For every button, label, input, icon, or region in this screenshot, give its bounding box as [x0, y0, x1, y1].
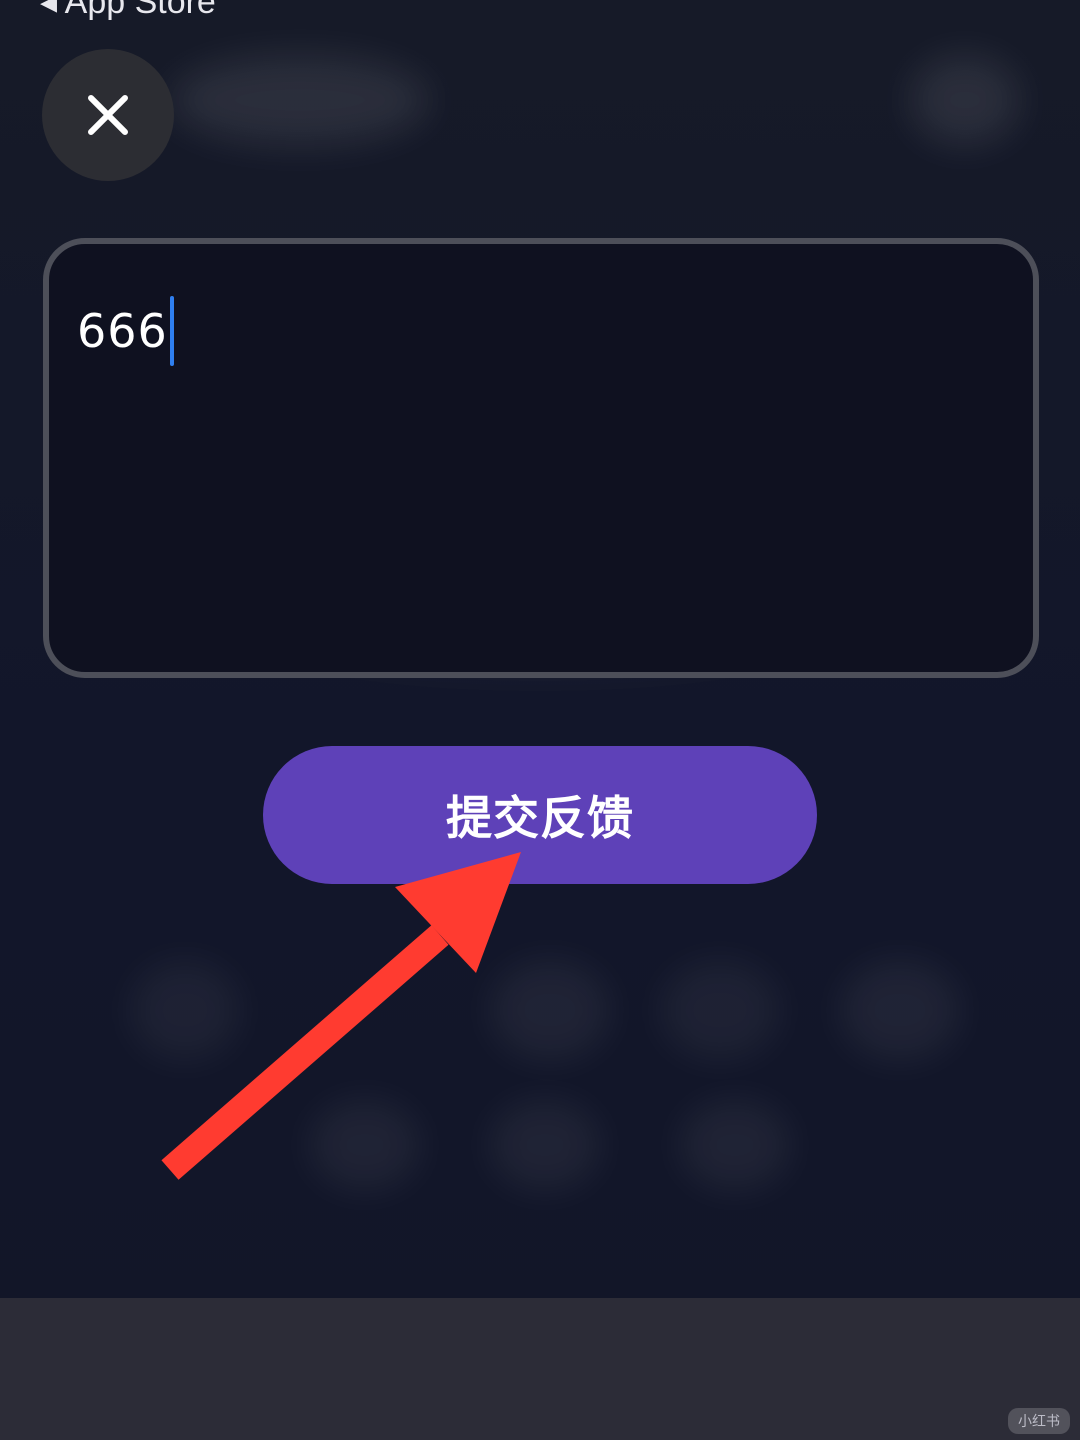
- submit-feedback-button[interactable]: 提交反馈: [263, 746, 817, 884]
- watermark: 小红书: [1008, 1408, 1070, 1434]
- feedback-textarea[interactable]: 666: [43, 238, 1039, 678]
- blurred-background: [130, 960, 240, 1060]
- blurred-background: [840, 960, 960, 1060]
- blurred-background: [170, 55, 430, 145]
- blurred-background: [490, 960, 610, 1060]
- blurred-background: [910, 55, 1020, 145]
- blurred-background: [310, 1100, 420, 1190]
- close-icon: [88, 95, 128, 135]
- feedback-input-value: 666: [77, 304, 168, 358]
- feedback-input-content: 666: [77, 296, 174, 366]
- close-button[interactable]: [42, 49, 174, 181]
- text-caret: [169, 296, 174, 366]
- blurred-background: [660, 960, 780, 1060]
- annotation-arrow: [161, 852, 521, 1180]
- bottom-bar: 小红书: [0, 1298, 1080, 1440]
- blurred-background: [490, 1100, 600, 1190]
- feedback-screen: ◂ App Store 666 提交反馈 小红书: [0, 0, 1080, 1440]
- blurred-background: [680, 1100, 790, 1190]
- submit-feedback-label: 提交反馈: [446, 791, 634, 845]
- back-to-app-store[interactable]: ◂ App Store: [40, 0, 216, 22]
